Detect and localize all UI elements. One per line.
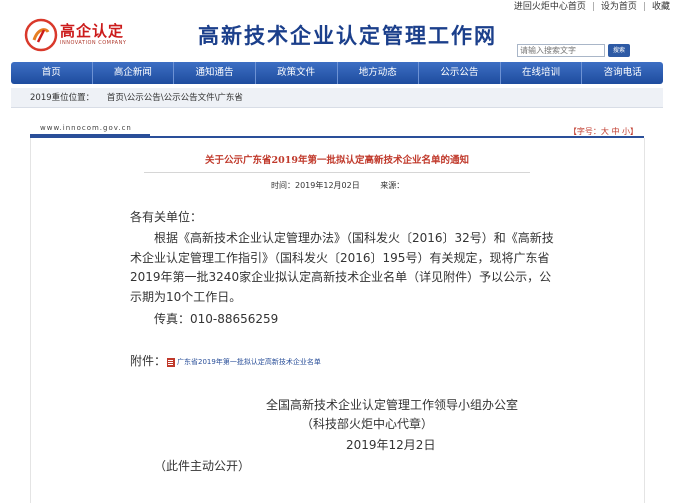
- attachment-link-text[interactable]: 广东省2019年第一批拟认定高新技术企业名单: [177, 357, 321, 367]
- top-links: 进回火炬中心首页 | 设为首页 | 收藏: [510, 0, 674, 14]
- font-size-switcher[interactable]: 【字号：大 中 小】: [569, 126, 638, 137]
- logo-text: 高企认定: [60, 22, 125, 40]
- nav-item-contact[interactable]: 咨询电话: [582, 62, 663, 84]
- content-left-border: [30, 138, 31, 503]
- site-title: 高新技术企业认定管理工作网: [198, 23, 497, 48]
- site-logo[interactable]: 高企认定 INNOVATION COMPANY: [24, 18, 132, 54]
- nav-item-announcements[interactable]: 公示公告: [419, 62, 501, 84]
- article-paragraph: 根据《高新技术企业认定管理办法》（国科发火〔2016〕32号）和《高新技术企业认…: [130, 231, 554, 304]
- logo-mark-icon: [24, 18, 58, 52]
- article-subbar: www.innocom.gov.cn 【字号：大 中 小】: [30, 112, 644, 138]
- signature-seal: （科技部火炬中心代章）: [301, 417, 434, 431]
- top-link-separator: |: [642, 2, 646, 12]
- nav-item-news[interactable]: 高企新闻: [93, 62, 175, 84]
- site-url: www.innocom.gov.cn: [40, 124, 132, 132]
- attachment-label: 附件：: [130, 354, 167, 368]
- file-icon: [167, 357, 175, 367]
- search-button[interactable]: 搜索: [608, 44, 630, 57]
- public-note: （此件主动公开）: [154, 459, 251, 473]
- search-input[interactable]: [517, 44, 605, 57]
- nav-item-local[interactable]: 地方动态: [338, 62, 420, 84]
- signature-org: 全国高新技术企业认定管理工作领导小组办公室: [266, 398, 519, 412]
- title-divider: [144, 172, 530, 173]
- article-time: 时间：2019年12月02日: [271, 181, 360, 190]
- top-link-separator: |: [591, 2, 595, 12]
- breadcrumb: 2019重位位置： 首页\公示公告\公示公告文件\广东省: [11, 88, 663, 108]
- article-greeting: 各有关单位：: [130, 210, 203, 224]
- attachment-link[interactable]: 广东省2019年第一批拟认定高新技术企业名单: [167, 357, 321, 367]
- top-link-home[interactable]: 进回火炬中心首页: [510, 0, 590, 14]
- article-source: 来源：: [380, 181, 405, 190]
- nav-item-home[interactable]: 首页: [11, 62, 93, 84]
- nav-item-policy[interactable]: 政策文件: [256, 62, 338, 84]
- divider: [30, 136, 644, 138]
- article-title: 关于公示广东省2019年第一批拟认定高新技术企业名单的通知: [205, 155, 469, 166]
- nav-item-training[interactable]: 在线培训: [501, 62, 583, 84]
- signature-date: 2019年12月2日: [346, 438, 436, 452]
- breadcrumb-path[interactable]: 首页\公示公告\公示公告文件\广东省: [107, 93, 243, 103]
- nav-item-notices[interactable]: 通知通告: [174, 62, 256, 84]
- top-link-favorite[interactable]: 收藏: [648, 0, 674, 14]
- main-nav: 首页 高企新闻 通知通告 政策文件 地方动态 公示公告 在线培训 咨询电话: [11, 62, 663, 84]
- article-meta: 时间：2019年12月02日 来源：: [271, 180, 422, 191]
- logo-subtext: INNOVATION COMPANY: [60, 40, 127, 46]
- article-fax: 传真：010-88656259: [154, 312, 279, 326]
- content-right-border: [644, 138, 645, 503]
- site-header: 高企认定 INNOVATION COMPANY 高新技术企业认定管理工作网 搜索: [0, 14, 674, 62]
- top-link-set-home[interactable]: 设为首页: [597, 0, 641, 14]
- breadcrumb-label: 2019重位位置：: [30, 93, 95, 103]
